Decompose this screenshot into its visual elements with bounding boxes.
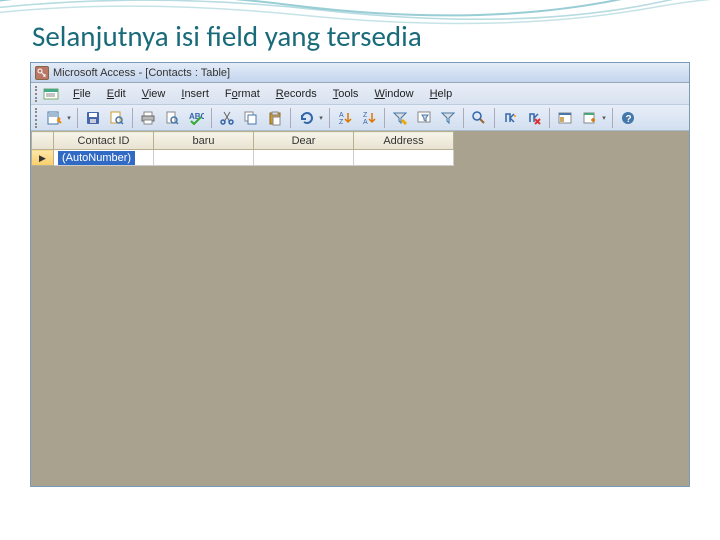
find-button[interactable] (468, 107, 490, 129)
menubar: File Edit View Insert Format Records Too… (31, 83, 689, 105)
separator (329, 108, 330, 128)
separator (77, 108, 78, 128)
separator (384, 108, 385, 128)
cell-baru[interactable] (154, 150, 254, 166)
database-window-button[interactable] (554, 107, 576, 129)
svg-text:Z: Z (363, 112, 368, 119)
view-dropdown[interactable]: ▾ (65, 114, 73, 122)
paste-button[interactable] (264, 107, 286, 129)
window-title: Microsoft Access - [Contacts : Table] (53, 67, 230, 79)
separator (290, 108, 291, 128)
table-row[interactable]: ▶ (AutoNumber) (32, 150, 454, 166)
save-button[interactable] (82, 107, 104, 129)
menu-tools[interactable]: Tools (325, 86, 367, 102)
slide-title: Selanjutnya isi field yang tersedia (32, 18, 422, 54)
current-record-indicator: ▶ (39, 153, 46, 163)
datasheet-area: Contact ID baru Dear Address ▶ (AutoNumb… (31, 131, 689, 486)
sort-asc-button[interactable]: AZ (334, 107, 356, 129)
datasheet-table: Contact ID baru Dear Address ▶ (AutoNumb… (31, 131, 454, 166)
separator (211, 108, 212, 128)
sort-desc-button[interactable]: ZA (358, 107, 380, 129)
svg-text:ABC: ABC (189, 112, 204, 121)
copy-button[interactable] (240, 107, 262, 129)
menu-edit[interactable]: Edit (99, 86, 134, 102)
help-button[interactable]: ? (617, 107, 639, 129)
filter-selection-button[interactable] (389, 107, 411, 129)
menu-file[interactable]: File (65, 86, 99, 102)
separator (549, 108, 550, 128)
apply-filter-button[interactable] (437, 107, 459, 129)
column-header-dear[interactable]: Dear (254, 132, 354, 150)
separator (612, 108, 613, 128)
row-selector[interactable]: ▶ (32, 150, 54, 166)
toolbar: ▾ ABC ▾ AZ ZA (31, 105, 689, 131)
undo-dropdown[interactable]: ▾ (317, 114, 325, 122)
new-record-button[interactable] (499, 107, 521, 129)
cell-address[interactable] (354, 150, 454, 166)
delete-record-button[interactable] (523, 107, 545, 129)
svg-text:?: ? (626, 114, 632, 125)
menubar-handle[interactable] (35, 86, 39, 102)
column-header-baru[interactable]: baru (154, 132, 254, 150)
autonumber-value: (AutoNumber) (58, 151, 135, 165)
cell-dear[interactable] (254, 150, 354, 166)
svg-text:Z: Z (339, 119, 344, 126)
file-search-button[interactable] (106, 107, 128, 129)
separator (132, 108, 133, 128)
menu-format[interactable]: Format (217, 86, 268, 102)
new-object-button[interactable] (578, 107, 600, 129)
control-menu-icon[interactable] (43, 87, 59, 101)
menu-view[interactable]: View (134, 86, 174, 102)
select-all-corner[interactable] (32, 132, 54, 150)
print-button[interactable] (137, 107, 159, 129)
undo-button[interactable] (295, 107, 317, 129)
separator (494, 108, 495, 128)
menu-insert[interactable]: Insert (173, 86, 217, 102)
header-row: Contact ID baru Dear Address (32, 132, 454, 150)
titlebar: Microsoft Access - [Contacts : Table] (31, 63, 689, 83)
menu-help[interactable]: Help (422, 86, 461, 102)
menu-records[interactable]: Records (268, 86, 325, 102)
column-header-contact-id[interactable]: Contact ID (54, 132, 154, 150)
access-app-icon (35, 66, 49, 80)
toolbar-handle[interactable] (35, 108, 39, 128)
svg-text:A: A (339, 112, 344, 119)
svg-text:A: A (363, 119, 368, 126)
separator (463, 108, 464, 128)
cut-button[interactable] (216, 107, 238, 129)
new-object-dropdown[interactable]: ▾ (600, 114, 608, 122)
spelling-button[interactable]: ABC (185, 107, 207, 129)
access-window: Microsoft Access - [Contacts : Table] Fi… (30, 62, 690, 487)
view-button[interactable] (43, 107, 65, 129)
cell-contact-id[interactable]: (AutoNumber) (54, 150, 154, 166)
menu-window[interactable]: Window (366, 86, 421, 102)
empty-datasheet-area (31, 166, 689, 486)
column-header-address[interactable]: Address (354, 132, 454, 150)
print-preview-button[interactable] (161, 107, 183, 129)
filter-form-button[interactable] (413, 107, 435, 129)
